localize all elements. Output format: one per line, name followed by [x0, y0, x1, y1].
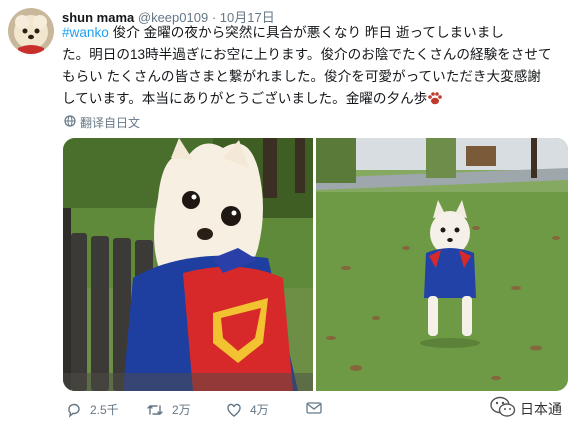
reply-icon [66, 402, 82, 418]
retweet-count: 2万 [172, 403, 191, 417]
paw-emoji-icon [427, 90, 443, 105]
message-button[interactable] [306, 401, 322, 415]
like-icon [226, 402, 242, 418]
tweet-line-4: しています。本当にありがとうございました。金曜の夕ん歩 [62, 88, 558, 110]
message-icon [306, 401, 322, 415]
retweet-icon [146, 402, 164, 418]
tweet-text: #wanko 俊介 金曜の夜から突然に具合が悪くなり 昨日 逝ってしまいまし た… [62, 22, 558, 110]
avatar[interactable] [8, 8, 54, 54]
tweet-line-3: もらい たくさんの皆さまと繋がれました。俊介を可愛がっていただき大変感謝 [62, 69, 541, 84]
tweet-text-line: しています。本当にありがとうございました。金曜の夕ん歩 [62, 91, 428, 106]
hashtag-link[interactable]: #wanko [62, 25, 109, 40]
like-button[interactable]: 4万 [226, 401, 269, 418]
retweet-button[interactable]: 2万 [146, 401, 191, 418]
tweet-photo-left[interactable] [63, 138, 313, 391]
reply-count: 2.5千 [90, 403, 119, 417]
tweet-photo-right[interactable] [316, 138, 568, 391]
watermark-label: 日本通 [520, 400, 562, 417]
tweet-card: shun mama @keep0109 · 10月17日 #wanko 俊介 金… [0, 0, 572, 429]
wechat-logo-icon [490, 396, 516, 421]
watermark: 日本通 [490, 396, 562, 421]
tweet-line-1: #wanko 俊介 金曜の夜から突然に具合が悪くなり 昨日 逝ってしまいまし [62, 22, 558, 44]
tweet-line-2: た。明日の13時半過ぎにお空に上ります。俊介のお陰でたくさんの経験をさせて [62, 47, 552, 62]
translate-label: 翻译自日文 [80, 116, 141, 130]
reply-button[interactable]: 2.5千 [66, 401, 119, 418]
globe-icon [64, 115, 76, 130]
tweet-text-line: 俊介 金曜の夜から突然に具合が悪くなり 昨日 逝ってしまいまし [112, 25, 504, 40]
translate-link[interactable]: 翻译自日文 [64, 114, 140, 131]
like-count: 4万 [250, 403, 269, 417]
